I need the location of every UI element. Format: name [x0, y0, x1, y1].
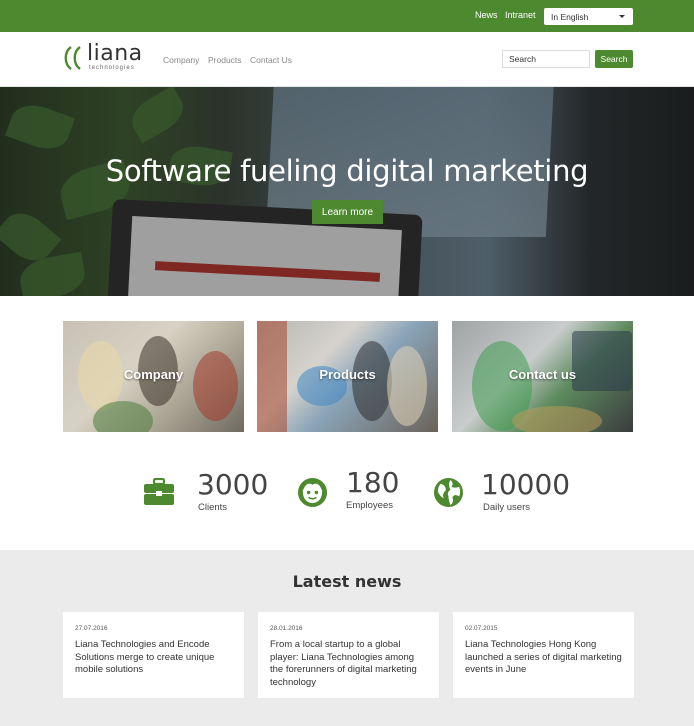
- hero-banner: [0, 87, 694, 296]
- news-card[interactable]: 28.01.2016 From a local startup to a glo…: [258, 612, 439, 698]
- hero-title: Software fueling digital marketing: [105, 154, 589, 188]
- face-icon: [297, 477, 328, 508]
- news-title[interactable]: Liana Technologies Hong Kong launched a …: [465, 639, 622, 677]
- stat-daily-users-value: 10000: [481, 468, 571, 501]
- globe-icon: [433, 477, 464, 508]
- stat-daily-users-label: Daily users: [483, 502, 530, 513]
- news-date: 02.07.2015: [465, 625, 498, 632]
- stat-clients-value: 3000: [197, 468, 269, 501]
- latest-news-section: Latest news 27.07.2016 Liana Technologie…: [0, 550, 694, 726]
- liana-logo-mark-icon: [64, 46, 81, 70]
- nav-products[interactable]: Products: [208, 55, 242, 65]
- top-bar: News Intranet In English: [0, 0, 694, 32]
- language-select-value: In English: [551, 12, 589, 22]
- tile-products-label: Products: [319, 367, 376, 382]
- news-date: 27.07.2016: [75, 625, 108, 632]
- logo-wordmark: liana: [87, 41, 143, 66]
- news-date: 28.01.2016: [270, 625, 303, 632]
- latest-news-heading: Latest news: [292, 572, 402, 591]
- search-input[interactable]: [502, 50, 590, 68]
- logo[interactable]: liana technologies: [62, 41, 143, 74]
- briefcase-icon: [144, 478, 174, 505]
- news-card[interactable]: 02.07.2015 Liana Technologies Hong Kong …: [453, 612, 634, 698]
- news-title[interactable]: From a local startup to a global player:…: [270, 639, 427, 689]
- tile-contact-us[interactable]: Contact us: [452, 321, 633, 432]
- tile-company-label: Company: [123, 367, 184, 382]
- tile-products[interactable]: Products: [257, 321, 438, 432]
- caret-down-icon: [619, 15, 625, 18]
- nav-company[interactable]: Company: [163, 55, 199, 65]
- search-button[interactable]: Search: [595, 50, 633, 68]
- nav-contact-us[interactable]: Contact Us: [250, 55, 292, 65]
- tile-contact-us-label: Contact us: [508, 367, 577, 382]
- language-select[interactable]: In English: [544, 8, 633, 25]
- tile-company[interactable]: Company: [63, 321, 244, 432]
- intranet-link[interactable]: Intranet: [505, 10, 536, 20]
- news-title[interactable]: Liana Technologies and Encode Solutions …: [75, 639, 232, 677]
- logo-tagline: technologies: [89, 65, 135, 71]
- site-header: liana technologies Company Products Cont…: [0, 32, 694, 87]
- stat-employees-value: 180: [346, 466, 400, 499]
- news-link[interactable]: News: [475, 10, 498, 20]
- news-card[interactable]: 27.07.2016 Liana Technologies and Encode…: [63, 612, 244, 698]
- stat-clients-label: Clients: [198, 502, 228, 513]
- stat-employees-label: Employees: [346, 500, 393, 511]
- learn-more-button[interactable]: Learn more: [312, 200, 383, 224]
